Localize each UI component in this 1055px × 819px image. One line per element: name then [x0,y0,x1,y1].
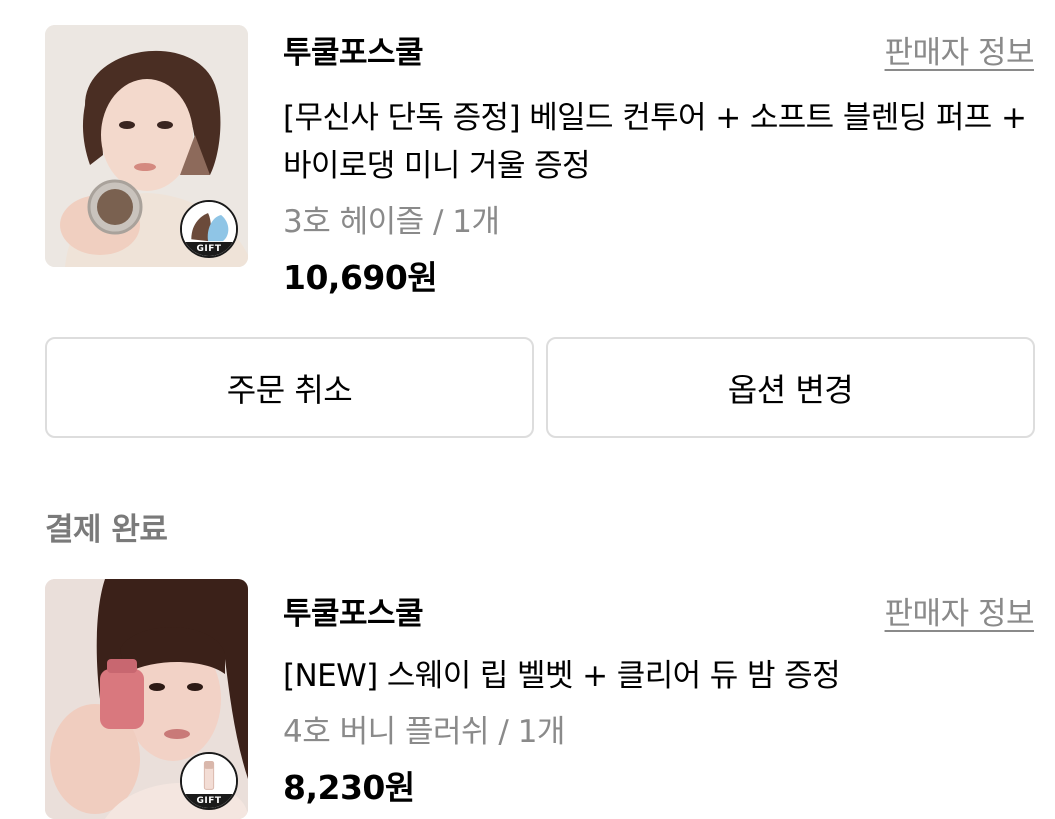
brand-name[interactable]: 투쿨포스쿨 [283,33,424,73]
seller-info-link[interactable]: 판매자 정보 [885,594,1035,634]
product-option: 4호 버니 플러쉬 / 1개 [283,714,565,750]
change-option-button[interactable]: 옵션 변경 [546,337,1035,438]
order-item: GIFT 투쿨포스쿨 판매자 정보 [NEW] 스웨이 립 벨벳 + 클리어 듀… [0,578,1055,819]
gift-label: GIFT [182,794,236,808]
seller-info-link[interactable]: 판매자 정보 [885,33,1035,73]
gift-badge: GIFT [180,200,238,258]
payment-complete-title: 결제 완료 [45,512,168,548]
product-thumbnail[interactable]: GIFT [45,579,248,819]
gift-badge: GIFT [180,752,238,810]
product-name[interactable]: [무신사 단독 증정] 베일드 컨투어 + 소프트 블렌딩 퍼프 + 바이로댕 … [283,94,1035,190]
product-name[interactable]: [NEW] 스웨이 립 벨벳 + 클리어 듀 밤 증정 [283,652,1035,700]
order-item: GIFT 투쿨포스쿨 판매자 정보 [무신사 단독 증정] 베일드 컨투어 + … [0,0,1055,300]
gift-label: GIFT [182,242,236,256]
brand-name[interactable]: 투쿨포스쿨 [283,594,424,634]
order-list: GIFT 투쿨포스쿨 판매자 정보 [무신사 단독 증정] 베일드 컨투어 + … [0,0,1055,819]
product-price: 10,690원 [283,258,438,297]
product-thumbnail[interactable]: GIFT [45,25,248,267]
cancel-order-button[interactable]: 주문 취소 [45,337,534,438]
product-price: 8,230원 [283,768,415,807]
order-actions: 주문 취소 옵션 변경 [0,337,1055,438]
product-option: 3호 헤이즐 / 1개 [283,204,500,240]
